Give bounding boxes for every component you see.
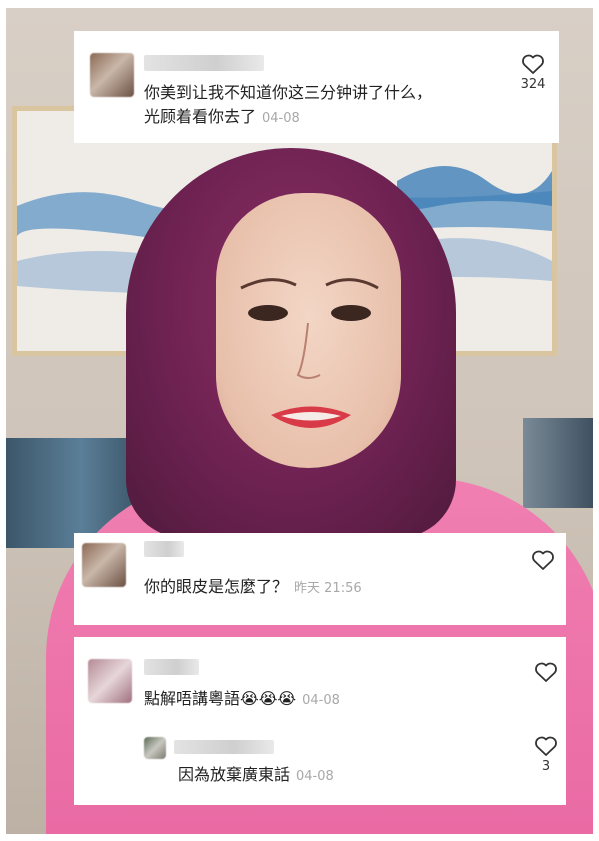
heart-outline-icon (532, 550, 554, 570)
comment-body: 你的眼皮是怎麼了？ (144, 577, 289, 596)
heart-outline-icon (522, 54, 544, 74)
like-button[interactable] (525, 549, 561, 571)
comment-card[interactable]: 你美到让我不知道你这三分钟讲了什么， 光顾着看你去了 04-08 324 (74, 31, 559, 143)
username-redacted[interactable] (144, 541, 184, 557)
comment-text: 點解唔講粵語😭😭😭 04-08 (144, 687, 340, 713)
comment-card[interactable]: 你的眼皮是怎麼了？ 昨天 21:56 (74, 533, 566, 625)
reply-text: 因為放棄廣東話 04-08 (178, 763, 334, 789)
comment-text-line2: 光顾着看你去了 (144, 107, 257, 126)
username-redacted[interactable] (144, 55, 264, 71)
comment-body: 點解唔講粵語 (144, 689, 241, 708)
reply-timestamp: 04-08 (296, 769, 334, 784)
comment-text: 你的眼皮是怎麼了？ 昨天 21:56 (144, 575, 362, 601)
crying-emoji-group: 😭😭😭 (240, 689, 297, 708)
reply-avatar[interactable] (144, 737, 166, 759)
reply-like-count: 3 (541, 759, 551, 774)
comment-card[interactable]: 點解唔講粵語😭😭😭 04-08 因為放棄廣東話 04-08 3 (74, 637, 566, 805)
person-face (216, 193, 401, 468)
like-button[interactable] (528, 661, 564, 683)
reply-body: 因為放棄廣東話 (178, 765, 291, 784)
heart-outline-icon (535, 662, 557, 682)
comment-text: 你美到让我不知道你这三分钟讲了什么， 光顾着看你去了 04-08 (144, 81, 432, 131)
avatar[interactable] (90, 53, 134, 97)
avatar[interactable] (82, 543, 126, 587)
username-redacted[interactable] (144, 659, 199, 675)
like-count: 324 (520, 77, 546, 92)
reply-like-button[interactable]: 3 (528, 735, 564, 774)
reply-username-redacted[interactable] (174, 740, 274, 754)
comment-timestamp: 04-08 (262, 111, 300, 126)
like-button[interactable]: 324 (515, 53, 551, 92)
avatar[interactable] (88, 659, 132, 703)
comment-timestamp: 昨天 21:56 (294, 581, 362, 596)
heart-outline-icon (535, 736, 557, 756)
background-shelf-right (523, 418, 593, 508)
comment-timestamp: 04-08 (302, 693, 340, 708)
comment-text-line1: 你美到让我不知道你这三分钟讲了什么， (144, 83, 433, 102)
